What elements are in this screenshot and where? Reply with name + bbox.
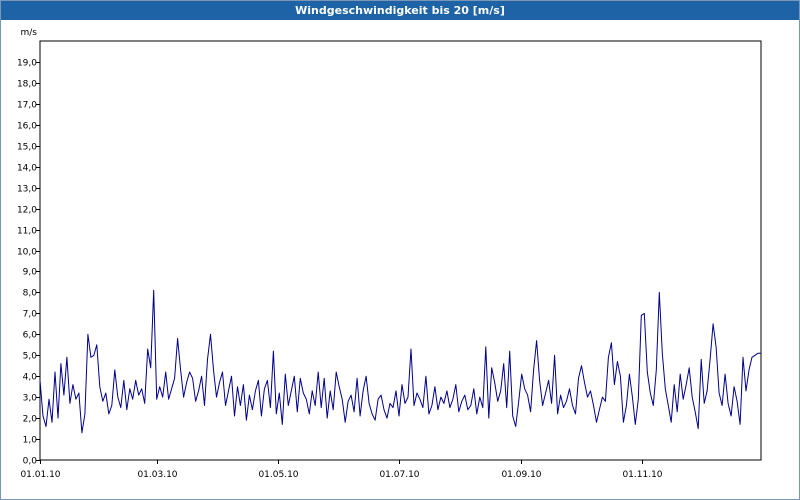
x-tick-label: 01.09.10	[501, 470, 541, 480]
x-tick-label: 01.07.10	[379, 470, 419, 480]
y-tick-label: 18,0	[17, 80, 37, 90]
y-axis-unit: m/s	[21, 28, 38, 38]
y-tick-label: 6,0	[23, 331, 38, 341]
y-tick-label: 7,0	[23, 310, 38, 320]
y-tick-label: 2,0	[23, 415, 38, 425]
y-tick-label: 11,0	[17, 227, 37, 237]
y-tick-label: 4,0	[23, 373, 38, 383]
y-tick-label: 3,0	[23, 394, 38, 404]
y-tick-label: 13,0	[17, 185, 37, 195]
y-tick-label: 1,0	[23, 436, 38, 446]
y-tick-label: 12,0	[17, 206, 37, 216]
y-tick-label: 5,0	[23, 352, 38, 362]
x-tick-label: 01.03.10	[137, 470, 177, 480]
x-tick-label: 01.05.10	[258, 470, 298, 480]
y-tick-label: 16,0	[17, 122, 37, 132]
y-tick-label: 19,0	[17, 59, 37, 69]
y-tick-label: 14,0	[17, 164, 37, 174]
y-tick-label: 9,0	[23, 268, 38, 278]
y-tick-label: 10,0	[17, 248, 37, 258]
y-tick-label: 8,0	[23, 289, 38, 299]
chart-title: Windgeschwindigkeit bis 20 [m/s]	[1, 1, 799, 20]
y-tick-label: 17,0	[17, 101, 37, 111]
y-tick-label: 0,0	[23, 457, 38, 467]
chart-window: Windgeschwindigkeit bis 20 [m/s] 0,0 1,0 2…	[0, 0, 800, 500]
x-tick-label: 01.01.10	[20, 470, 60, 480]
wind-speed-chart: 0,0 1,0 2,0 3,0 4,0 5,0 6,0 7,0 8,0 9,0 10,0 11,0 12…	[17, 28, 762, 480]
y-tick-label: 15,0	[17, 143, 37, 153]
x-tick-label: 01.11.10	[622, 470, 662, 480]
